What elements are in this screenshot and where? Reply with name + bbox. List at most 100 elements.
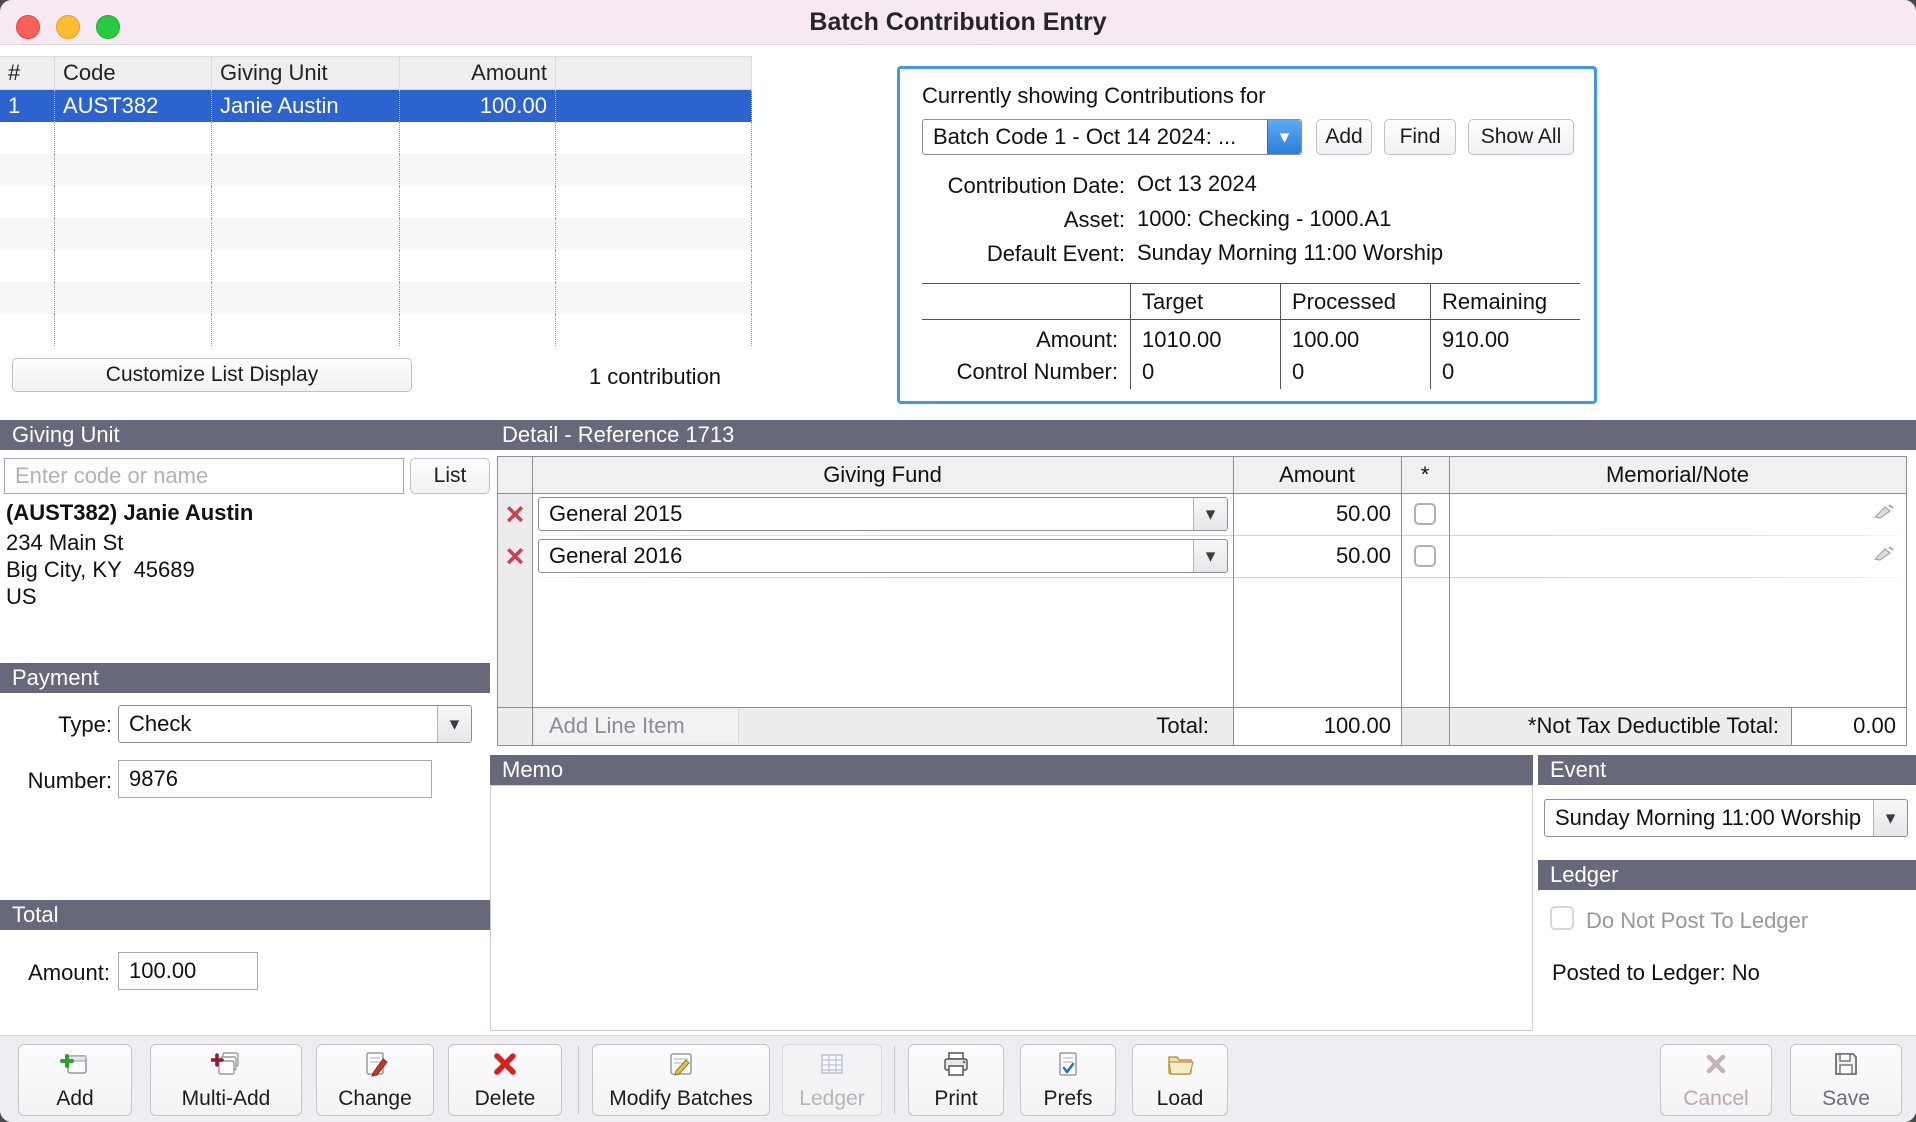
not-tax-deductible-total-value: 0.00	[1791, 707, 1906, 745]
cell-amount: 100.00	[400, 90, 556, 122]
batch-select-value: Batch Code 1 - Oct 14 2024: ...	[923, 120, 1267, 154]
detail-total-label: Total:	[928, 707, 1221, 745]
summary-amount-processed: 100.00	[1292, 327, 1359, 353]
contribution-row-empty	[0, 186, 752, 218]
contribution-date-value: Oct 13 2024	[1137, 171, 1257, 197]
batch-select[interactable]: Batch Code 1 - Oct 14 2024: ... ▾	[922, 119, 1302, 155]
batch-find-button[interactable]: Find	[1384, 119, 1456, 155]
chevron-down-icon: ▾	[1873, 800, 1907, 836]
payment-number-label: Number:	[0, 768, 112, 794]
ledger-button[interactable]: Ledger	[782, 1044, 882, 1116]
change-icon	[360, 1049, 390, 1085]
memorial-note-field-row1[interactable]	[1449, 493, 1906, 535]
detail-total-value: 100.00	[1233, 707, 1401, 745]
giving-unit-list-button[interactable]: List	[410, 458, 490, 494]
contribution-list: 1 AUST382 Janie Austin 100.00	[0, 90, 752, 346]
toolbar-button-label: Multi-Add	[182, 1087, 271, 1111]
contribution-row-empty	[0, 154, 752, 186]
event-select[interactable]: Sunday Morning 11:00 Worship ▾	[1544, 799, 1908, 837]
contribution-row-empty	[0, 314, 752, 346]
line-amount-row2[interactable]: 50.00	[1233, 535, 1401, 577]
toolbar-separator	[578, 1046, 579, 1114]
modify-batches-button[interactable]: Modify Batches	[592, 1044, 770, 1116]
payment-type-select[interactable]: Check ▾	[118, 705, 472, 743]
do-not-post-to-ledger-label: Do Not Post To Ledger	[1586, 908, 1808, 934]
asset-label: Asset:	[900, 207, 1125, 233]
memorial-note-field-row2[interactable]	[1449, 535, 1906, 577]
cell-code: AUST382	[55, 90, 212, 122]
detail-table: Giving Fund Amount * Memorial/Note × Gen…	[497, 456, 1907, 746]
total-amount-label: Amount:	[0, 960, 110, 986]
total-header: Total	[0, 900, 490, 930]
print-button[interactable]: Print	[908, 1044, 1004, 1116]
chevron-down-icon: ▾	[1193, 498, 1227, 530]
detail-column-amount: Amount	[1233, 457, 1401, 493]
toolbar-separator	[894, 1046, 895, 1114]
toolbar-button-label: Cancel	[1683, 1087, 1748, 1111]
not-tax-deductible-checkbox-row1[interactable]	[1414, 503, 1436, 525]
add-line-item-button[interactable]: Add Line Item	[535, 709, 739, 743]
event-value: Sunday Morning 11:00 Worship	[1545, 800, 1873, 836]
customize-list-display-button[interactable]: Customize List Display	[12, 358, 412, 392]
summary-control-remaining: 0	[1442, 359, 1454, 385]
payment-type-label: Type:	[0, 712, 112, 738]
cancel-button[interactable]: Cancel	[1660, 1044, 1772, 1116]
contribution-list-header: # Code Giving Unit Amount	[0, 56, 752, 90]
toolbar-button-label: Prefs	[1043, 1087, 1092, 1111]
giving-fund-select-row2[interactable]: General 2016 ▾	[538, 539, 1228, 573]
summary-amount-label: Amount:	[922, 327, 1118, 353]
not-tax-deductible-checkbox-row2[interactable]	[1414, 545, 1436, 567]
memo-textarea[interactable]	[490, 785, 1533, 1031]
detail-column-giving-fund: Giving Fund	[532, 457, 1233, 493]
delete-button[interactable]: Delete	[448, 1044, 562, 1116]
ledger-icon	[817, 1049, 847, 1085]
toolbar-button-label: Load	[1157, 1087, 1204, 1111]
total-amount-input[interactable]	[118, 952, 258, 990]
column-number: #	[0, 57, 55, 89]
column-giving-unit: Giving Unit	[212, 57, 400, 89]
prefs-button[interactable]: Prefs	[1020, 1044, 1116, 1116]
payment-header: Payment	[0, 663, 490, 693]
note-icon	[1872, 501, 1896, 527]
bottom-toolbar: Add Multi-Add Change Delete Modify Batch…	[0, 1035, 1916, 1122]
payment-number-input[interactable]	[118, 760, 432, 798]
summary-header-processed: Processed	[1292, 289, 1396, 315]
toolbar-button-label: Add	[56, 1087, 93, 1111]
add-icon	[60, 1049, 90, 1085]
chevron-down-icon: ▾	[437, 706, 471, 742]
contribution-row-selected[interactable]: 1 AUST382 Janie Austin 100.00	[0, 90, 752, 122]
giving-unit-name: (AUST382) Janie Austin	[6, 500, 253, 526]
giving-fund-value: General 2015	[539, 498, 1193, 530]
summary-control-processed: 0	[1292, 359, 1304, 385]
delete-line-icon[interactable]: ×	[498, 493, 532, 535]
column-code: Code	[55, 57, 212, 89]
save-button[interactable]: Save	[1790, 1044, 1902, 1116]
delete-line-icon[interactable]: ×	[498, 535, 532, 577]
add-button[interactable]: Add	[18, 1044, 132, 1116]
summary-header-target: Target	[1142, 289, 1203, 315]
modify-batches-icon	[666, 1049, 696, 1085]
do-not-post-to-ledger-checkbox[interactable]	[1550, 906, 1574, 930]
giving-fund-select-row1[interactable]: General 2015 ▾	[538, 497, 1228, 531]
giving-unit-search-input[interactable]	[4, 458, 404, 494]
toolbar-button-label: Print	[934, 1087, 977, 1111]
giving-fund-value: General 2016	[539, 540, 1193, 572]
contribution-row-empty	[0, 122, 752, 154]
batch-show-all-button[interactable]: Show All	[1468, 119, 1574, 155]
detail-header: Detail - Reference 1713	[490, 420, 1916, 450]
default-event-label: Default Event:	[900, 241, 1125, 267]
ledger-header: Ledger	[1538, 860, 1916, 890]
change-button[interactable]: Change	[316, 1044, 434, 1116]
summary-amount-remaining: 910.00	[1442, 327, 1509, 353]
load-button[interactable]: Load	[1132, 1044, 1228, 1116]
batch-add-button[interactable]: Add	[1316, 119, 1372, 155]
multi-add-button[interactable]: Multi-Add	[150, 1044, 302, 1116]
line-amount-row1[interactable]: 50.00	[1233, 493, 1401, 535]
detail-column-memorial-note: Memorial/Note	[1449, 457, 1906, 493]
payment-type-value: Check	[119, 706, 437, 742]
cancel-icon	[1701, 1049, 1731, 1085]
batch-panel: Currently showing Contributions for Batc…	[897, 66, 1597, 404]
batch-panel-heading: Currently showing Contributions for	[922, 83, 1266, 109]
prefs-icon	[1053, 1049, 1083, 1085]
column-amount: Amount	[400, 57, 556, 89]
